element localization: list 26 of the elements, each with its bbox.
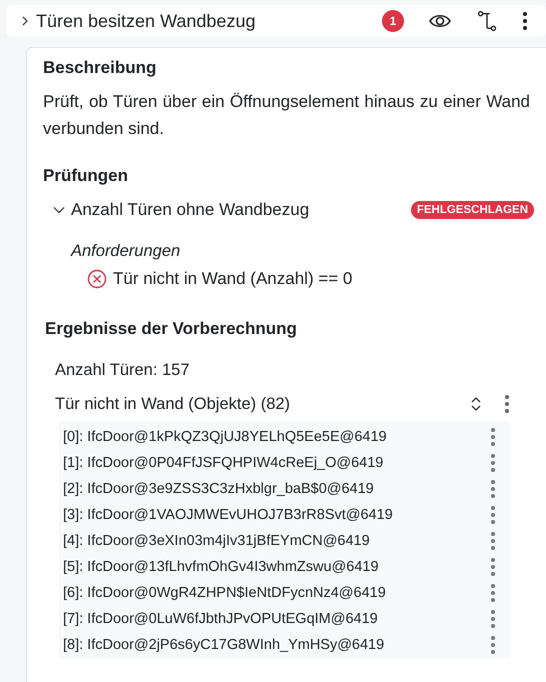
rule-title: Türen besitzen Wandbezug [36,10,256,32]
count-text: Anzahl Türen: 157 [55,361,191,380]
object-item[interactable]: [8]: IfcDoor@2jP6s6yC17G8WInh_YmHSy@6419 [63,637,490,653]
object-item[interactable]: [4]: IfcDoor@3eXIn03m4jIv31jBfEYmCN@6419 [63,533,490,549]
requirement-text: Tür nicht in Wand (Anzahl) == 0 [113,269,352,289]
object-item[interactable]: [2]: IfcDoor@3e9ZSS3C3zHxblgr_baB$0@6419 [63,481,490,497]
object-item[interactable]: [5]: IfcDoor@13fLhvfmOhGv4I3whmZswu@6419 [63,559,490,575]
object-item[interactable]: [7]: IfcDoor@0LuW6fJbthJPvOPUtEGqIM@6419 [63,611,490,627]
rule-header[interactable]: Türen besitzen Wandbezug 1 [6,5,546,37]
object-item[interactable]: [1]: IfcDoor@0P04FfJSFQHPIW4cReEj_O@6419 [63,455,490,471]
status-badge: FEHLGESCHLAGEN [410,201,534,219]
sort-icon[interactable] [470,396,482,412]
object-item[interactable]: [3]: IfcDoor@1VAOJMWEvUHOJ7B3rR8Svt@6419 [63,507,490,523]
description-text: Prüft, ob Türen über ein Öffnungselement hinaus zu einer Wand verbunden sind. [43,91,531,140]
check-name: Anzahl Türen ohne Wandbezug [71,200,310,220]
chevron-icon[interactable] [53,204,65,216]
section-heading: Ergebnisse der Vorberechnung [45,319,298,339]
list-title: Tür nicht in Wand (Objekte) (82) [55,394,292,414]
section-heading: Prüfungen [43,166,129,186]
connector-icon[interactable] [476,10,498,32]
object-item[interactable]: [6]: IfcDoor@0WgR4ZHPN$IeNtDFycnNz4@6419 [63,585,490,601]
object-item[interactable]: [0]: IfcDoor@1kPkQZ3QjUJ8YELhQ5Ee5E@6419 [63,429,490,445]
more-icon[interactable] [522,11,528,31]
requirements-heading: Anforderungen [71,242,182,261]
section-heading: Beschreibung [43,58,158,78]
count-badge: 1 [382,10,404,32]
